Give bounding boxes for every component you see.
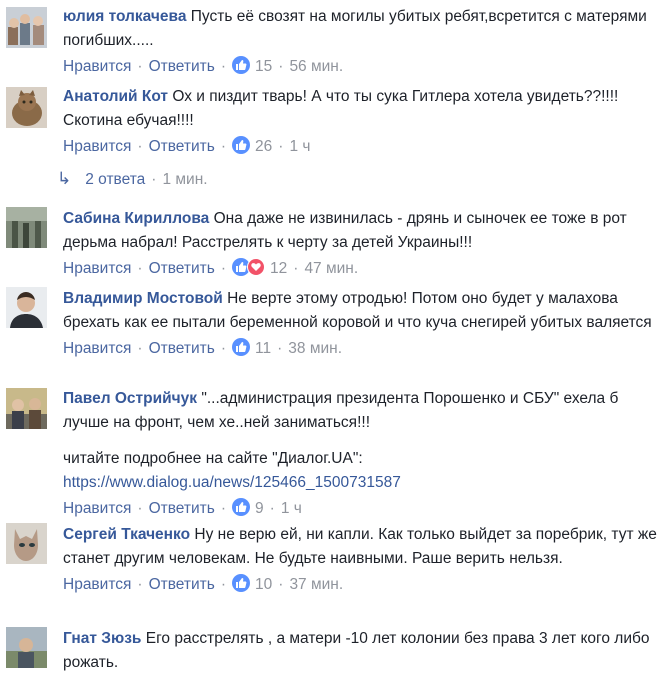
like-icon (232, 574, 251, 592)
replies-link[interactable]: 2 ответа (85, 171, 145, 188)
like-button[interactable]: Нравится (63, 138, 131, 155)
comment-content: Анатолий Кот Ох и пиздит тварь! А что ты… (63, 85, 662, 133)
comment-actions: Нравится · Ответить · 11 · 38 мин. (63, 338, 343, 357)
like-icon (232, 56, 251, 74)
avatar[interactable] (6, 523, 47, 564)
avatar[interactable] (6, 7, 47, 48)
replies-row[interactable]: ↳ 2 ответа · 1 мин. (57, 167, 208, 191)
like-icon (232, 338, 251, 356)
like-icon (232, 498, 251, 516)
replies-time: 1 мин. (162, 171, 208, 188)
like-count[interactable]: 11 (255, 340, 271, 357)
like-button[interactable]: Нравится (63, 500, 131, 517)
avatar[interactable] (6, 388, 47, 429)
like-button[interactable]: Нравится (63, 576, 131, 593)
like-button[interactable]: Нравится (63, 260, 131, 277)
comment-content: Сабина Кириллова Она даже не извинилась … (63, 207, 662, 255)
comment-author[interactable]: юлия толкачева (63, 8, 186, 25)
comment-author[interactable]: Гнат Зюзь (63, 630, 141, 647)
avatar[interactable] (6, 87, 47, 128)
comment-time[interactable]: 47 мин. (304, 260, 358, 277)
like-icon (232, 136, 251, 154)
comment-text: Его расстрелять , а матери -10 лет колон… (63, 630, 650, 671)
comment-content: Павел Острийчук "...администрация презид… (63, 387, 662, 435)
comment-author[interactable]: Павел Острийчук (63, 390, 197, 407)
comment-actions: Нравится · Ответить · 15 · 56 мин. (63, 56, 344, 75)
comment-actions: Нравится · Ответить · 10 · 37 мин. (63, 574, 344, 593)
like-count[interactable]: 12 (270, 260, 287, 277)
comment-content: Гнат Зюзь Его расстрелять , а матери -10… (63, 627, 662, 675)
comment-actions: Нравится · Ответить · 12 · 47 мин. (63, 258, 359, 277)
comment-content: юлия толкачева Пусть её свозят на могилы… (63, 5, 662, 53)
reply-button[interactable]: Ответить (149, 576, 215, 593)
comment-thread: юлия толкачева Пусть её свозят на могилы… (0, 0, 670, 671)
comment-author[interactable]: Анатолий Кот (63, 88, 168, 105)
avatar[interactable] (6, 627, 47, 668)
comment-content: Владимир Мостовой Не верте этому отродью… (63, 287, 662, 335)
reply-button[interactable]: Ответить (149, 58, 215, 75)
comment-time[interactable]: 56 мин. (289, 58, 343, 75)
comment-content: Сергей Ткаченко Ну не верю ей, ни капли.… (63, 523, 662, 571)
comment-time[interactable]: 37 мин. (289, 576, 343, 593)
love-icon (247, 258, 266, 276)
like-count[interactable]: 15 (255, 58, 272, 75)
comment-actions: Нравится · Ответить · 26 · 1 ч (63, 136, 311, 155)
like-button[interactable]: Нравится (63, 340, 131, 357)
like-count[interactable]: 10 (255, 576, 272, 593)
avatar[interactable] (6, 287, 47, 328)
reply-button[interactable]: Ответить (149, 138, 215, 155)
comment-author[interactable]: Сабина Кириллова (63, 210, 209, 227)
like-button[interactable]: Нравится (63, 58, 131, 75)
reply-button[interactable]: Ответить (149, 260, 215, 277)
like-count[interactable]: 26 (255, 138, 272, 155)
reply-button[interactable]: Ответить (149, 340, 215, 357)
comment-time[interactable]: 1 ч (281, 500, 302, 517)
reply-arrow-icon: ↳ (57, 169, 72, 188)
avatar[interactable] (6, 207, 47, 248)
comment-time[interactable]: 38 мин. (288, 340, 342, 357)
comment-author[interactable]: Сергей Ткаченко (63, 526, 190, 543)
comment-link[interactable]: https://www.dialog.ua/news/125466_150073… (63, 474, 401, 491)
like-count[interactable]: 9 (255, 500, 264, 517)
comment-author[interactable]: Владимир Мостовой (63, 290, 223, 307)
comment-time[interactable]: 1 ч (289, 138, 310, 155)
comment-actions: Нравится · Ответить · 9 · 1 ч (63, 498, 302, 517)
reply-button[interactable]: Ответить (149, 500, 215, 517)
comment-text-extra: читайте подробнее на сайте "Диалог.UA": (63, 450, 363, 467)
